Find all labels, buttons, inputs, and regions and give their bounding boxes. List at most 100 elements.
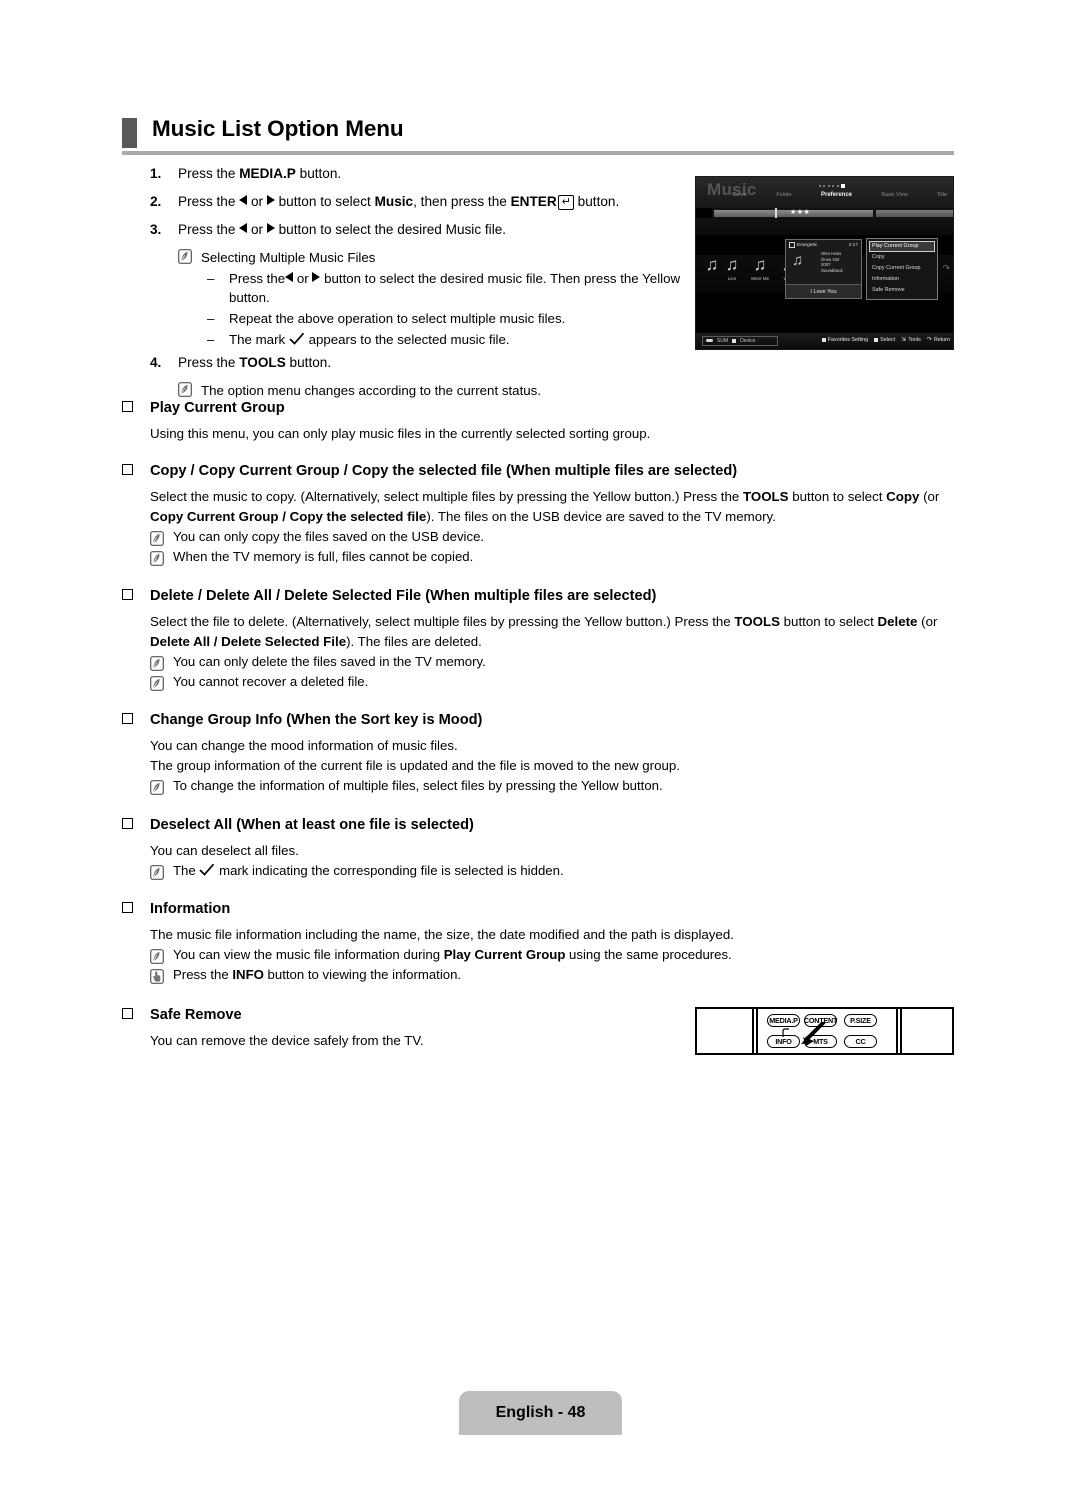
tv-hint-tools[interactable]: ⇲ Tools [901,336,921,344]
tv-hint-select-label: Select [880,336,896,343]
section-note-text: To change the information of multiple fi… [173,778,663,793]
tv-menu-item-copy-current-group[interactable]: Copy Current Group [869,263,935,274]
tv-thumb-2[interactable]: ♫ Want Me [746,255,774,281]
dot [827,184,830,187]
tv-menu-item-safe-remove[interactable]: Safe Remove [869,285,935,296]
tv-next-arrow-icon[interactable]: ↷ [942,263,950,274]
checkbox-bullet-icon [122,589,133,600]
tv-thumb-1[interactable]: ♫ Lies [718,255,746,281]
dash-1-pre: Press the [229,271,286,286]
tv-screen-illustration: Music Genre Folder Preference Basic View… [695,176,954,350]
step-1: 1. Press the MEDIA.P button. [150,164,695,188]
step-2-post2: , then press the [413,194,511,209]
delete-para-a: Select the file to delete. (Alternativel… [150,614,735,629]
tv-menu-item-play-current-group[interactable]: Play Current Group [869,241,935,252]
dash-3-pre: The mark [229,332,286,347]
section-heading: Delete / Delete All / Delete Selected Fi… [122,586,957,606]
step-2-number: 2. [150,194,162,209]
tv-menu-item-information[interactable]: Information [869,274,935,285]
section-note-text: You can only copy the files saved on the… [173,529,485,544]
step-2-bold2: ENTER [510,194,557,209]
step-2-mid: or [247,194,267,209]
section-copy: Copy / Copy Current Group / Copy the sel… [122,461,957,567]
arrow-left-icon [239,195,248,205]
info-note2-a: Press the [173,967,233,982]
tv-nav-title[interactable]: Title [937,192,947,198]
section-heading: Play Current Group [122,398,957,418]
procedure-steps: 1. Press the MEDIA.P button. 2. Press th… [150,164,695,400]
step-4-pre: Press the [178,355,240,370]
tv-hint-return[interactable]: ↷ Return [927,336,950,344]
checkbox-icon[interactable] [789,242,795,248]
tv-menu-item-copy[interactable]: Copy [869,252,935,263]
note-icon [150,674,164,694]
tv-hint-favorites-label: Favorites Setting [827,336,869,343]
note-icon [150,863,164,883]
section-information: Information The music file information i… [122,899,957,985]
step-2-post3: button. [573,194,620,209]
tv-now-playing-panel: Energetic 3:27 ♫ Glen Hans Once Ost 2007… [785,239,862,299]
step-3-dash-1: – Press the or button to select the desi… [207,269,695,307]
tv-mood-text: Energetic [797,242,818,248]
step-3-text: Press the or button to select the desire… [178,222,507,237]
note-icon [150,947,164,967]
dash-marker: – [207,271,215,286]
page-title: Music List Option Menu [152,116,404,141]
tv-nav-basic-view[interactable]: Basic View [881,192,907,198]
step-4: 4. Press the TOOLS button. [150,353,695,377]
dot-active [840,184,845,188]
note-icon [178,249,193,264]
tv-scroll-left-cap [696,208,712,218]
delete-para-e: (or [917,614,938,629]
arrow-left-icon [285,272,294,282]
device-square-icon [732,338,737,343]
copy-para-e: (or [919,489,940,504]
delete-para-g: ). The files are deleted. [346,634,482,649]
info-note1-c: using the same procedures. [565,947,732,962]
tv-nav-genre[interactable]: Genre [732,192,747,198]
step-4-note-text: The option menu changes according to the… [201,383,542,398]
arrow-left-icon [239,223,248,233]
section-paragraph: The group information of the current fil… [150,758,680,773]
arrow-right-icon [266,223,275,233]
tv-scroll-bar[interactable]: ★★★ [696,208,953,218]
remote-button-p-size[interactable]: P.SIZE [844,1014,877,1027]
section-heading-text: Delete / Delete All / Delete Selected Fi… [150,588,657,604]
tv-hint-favorites[interactable]: Favorites Setting [821,336,869,343]
copy-para-alts: Copy Current Group / Copy the selected f… [150,509,427,524]
copy-para-tools: TOOLS [742,489,789,504]
deselect-note-post: mark indicating the corresponding file i… [219,863,564,878]
copy-para-g: ). The files on the USB device are saved… [426,509,776,524]
step-3-dash-3-text: The mark appears to the selected music f… [229,330,695,349]
tv-thumb-1-label: Lies [727,276,737,281]
tv-rating-stars: ★★★ [790,209,811,216]
delete-para-alts: Delete All / Delete Selected File [150,634,347,649]
header-divider [122,151,954,155]
usb-icon [706,338,713,343]
music-note-icon: ♫ [725,255,739,274]
section-heading-text: Copy / Copy Current Group / Copy the sel… [150,463,738,479]
section-heading: Information [122,899,957,919]
copy-para-copy: Copy [886,489,920,504]
section-note-text: You can view the music file information … [173,945,957,965]
deselect-note-pre: The [173,863,196,878]
tv-nav-bar: Genre Folder Preference Basic View Title [732,192,947,198]
section-delete: Delete / Delete All / Delete Selected Fi… [122,586,957,692]
tv-scroll-handle[interactable] [775,208,777,218]
tv-mood-label: Energetic [789,242,817,248]
tv-hint-return-label: Return [933,336,950,343]
section-note-text: You cannot recover a deleted file. [173,674,369,689]
note-icon [150,549,164,569]
page-number-label: English - 48 [495,1404,586,1421]
info-note2-c: button to viewing the information. [263,967,462,982]
tv-nav-folder[interactable]: Folder [776,192,791,198]
checkmark-icon [289,333,305,346]
remote-button-cc[interactable]: CC [844,1035,877,1048]
tv-hint-select[interactable]: Select [874,337,895,343]
checkbox-bullet-icon [122,902,133,913]
section-deselect-all: Deselect All (When at least one file is … [122,815,957,881]
section-heading-text: Play Current Group [150,400,285,416]
step-4-bold: TOOLS [239,355,286,370]
tv-nav-preference[interactable]: Preference [821,192,852,198]
tv-info-top-row: Energetic 3:27 [789,242,858,248]
